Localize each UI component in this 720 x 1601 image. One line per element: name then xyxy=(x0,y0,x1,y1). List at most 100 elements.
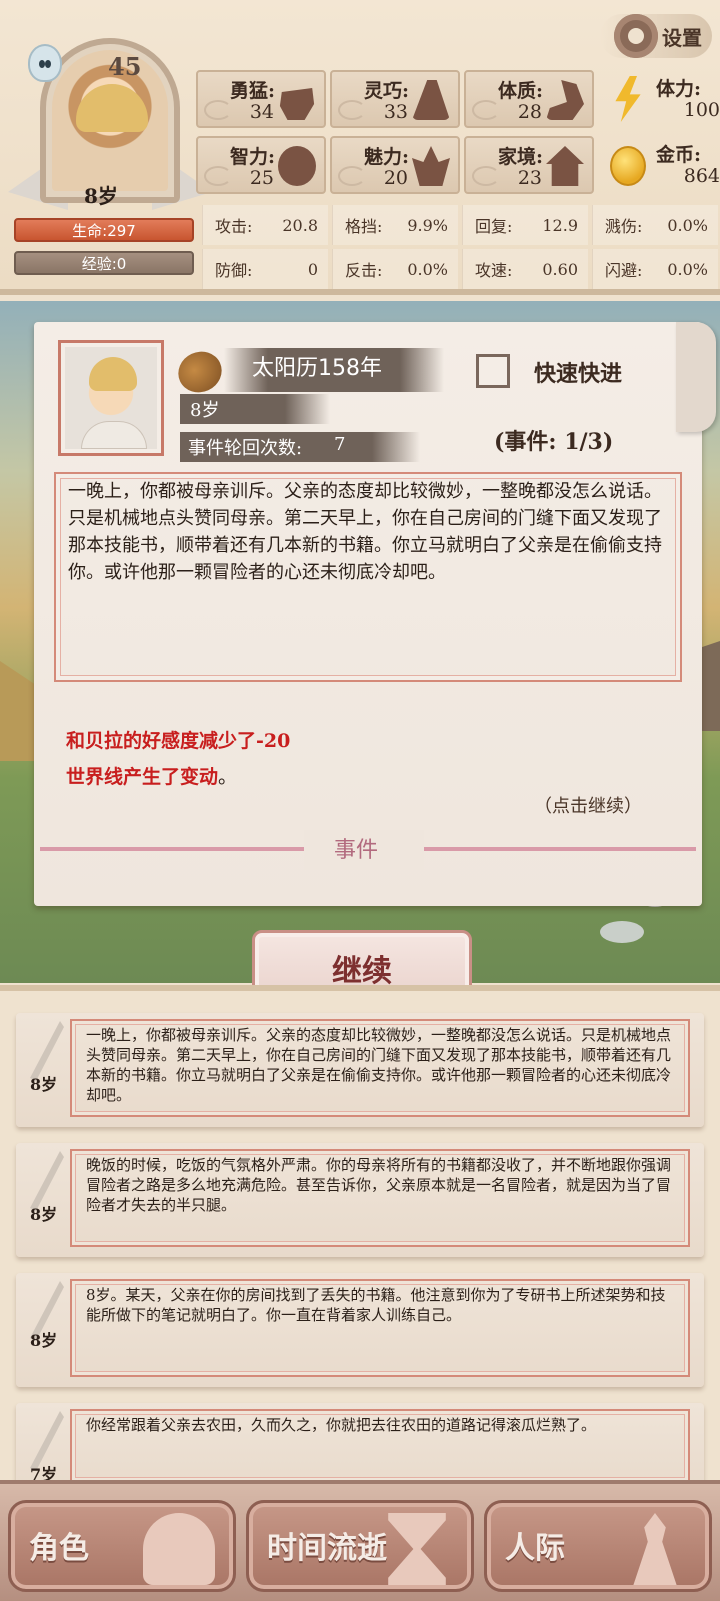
nav-role-button[interactable]: 角色 xyxy=(8,1500,236,1592)
event-count: (事件: 1/3) xyxy=(494,429,614,455)
stat-label: 勇猛: xyxy=(230,80,276,102)
nav-role-label: 角色 xyxy=(29,1531,89,1566)
attr-label: 溅伤: xyxy=(605,217,643,236)
avatar xyxy=(65,347,157,449)
attr-defense: 防御: 0 xyxy=(202,249,328,289)
settings-label: 设置 xyxy=(662,25,702,50)
coin-icon xyxy=(610,146,646,186)
player-level: 45 xyxy=(108,52,142,81)
head-icon xyxy=(143,1513,215,1585)
arm-icon xyxy=(546,80,584,120)
stat-charm[interactable]: 魅力: 20 xyxy=(330,136,460,194)
attr-label: 反击: xyxy=(345,261,383,280)
status-panel: 设置 45 8岁 生命:297 经验:0 勇猛: 34 灵巧: 33 体质: 2… xyxy=(0,0,720,295)
stat-intelligence[interactable]: 智力: 25 xyxy=(196,136,326,194)
lotus-icon xyxy=(412,146,450,186)
effect-worldline-tail: 。 xyxy=(218,766,238,788)
leaf-ornament xyxy=(472,100,500,120)
attr-label: 攻击: xyxy=(215,217,253,236)
combat-attributes: 攻击: 20.8 格挡: 9.9% 回复: 12.9 溅伤: 0.0% 防御: 0 反击:… xyxy=(200,203,720,291)
hp-bar: 生命:297 xyxy=(14,218,194,242)
stat-value: 20 xyxy=(383,167,408,189)
home-icon xyxy=(546,146,584,186)
bottom-nav: 角色 时间流逝 人际 xyxy=(0,1480,720,1601)
event-text-frame: 一晚上，你都被母亲训斥。父亲的态度却比较微妙，一整晚都没怎么说话。只是机械地点头… xyxy=(54,472,682,682)
hp-label: 生命:297 xyxy=(72,221,136,240)
attr-value: 0.0% xyxy=(667,259,708,279)
log-text: 一晚上，你都被母亲训斥。父亲的态度却比较微妙，一整晚都没怎么说话。只是机械地点头… xyxy=(86,1026,672,1104)
event-date: 太阳历158年 xyxy=(252,356,382,381)
leaf-ornament xyxy=(472,166,500,186)
stamina-value: 100 xyxy=(683,99,720,121)
attr-counter: 反击: 0.0% xyxy=(332,249,458,289)
attr-value: 12.9 xyxy=(542,215,578,235)
stepping-stone xyxy=(600,921,644,943)
stat-label: 智力: xyxy=(230,146,276,168)
stamina-display: 体力: 100 xyxy=(604,70,720,128)
event-portrait xyxy=(58,340,164,456)
stat-family[interactable]: 家境: 23 xyxy=(464,136,594,194)
leaf-ornament xyxy=(338,100,366,120)
nav-time-label: 时间流逝 xyxy=(267,1531,387,1566)
attr-block: 格挡: 9.9% xyxy=(332,205,458,245)
effect-worldline-text: 世界线产生了变动 xyxy=(66,766,219,788)
fast-forward-label[interactable]: 快速快进 xyxy=(534,356,622,388)
event-description: 一晚上，你都被母亲训斥。父亲的态度却比较微妙，一整晚都没怎么说话。只是机械地点头… xyxy=(68,481,662,583)
nav-social-label: 人际 xyxy=(505,1531,565,1566)
settings-button[interactable]: 设置 xyxy=(600,14,712,58)
effect-affection: 和贝拉的好感度减少了-20 xyxy=(66,730,291,752)
nav-time-button[interactable]: 时间流逝 xyxy=(246,1500,474,1592)
leaf-ornament xyxy=(338,166,366,186)
event-log[interactable]: 8岁 一晚上，你都被母亲训斥。父亲的态度却比较微妙，一整晚都没怎么说话。只是机械… xyxy=(0,985,720,1493)
nav-social-button[interactable]: 人际 xyxy=(484,1500,712,1592)
gold-value: 864 xyxy=(683,165,720,187)
log-entry[interactable]: 8岁 晚饭的时候，吃饭的气氛格外严肃。你的母亲将所有的书籍都没收了，并不断地跟你… xyxy=(16,1143,704,1257)
stat-constitution[interactable]: 体质: 28 xyxy=(464,70,594,128)
attr-label: 回复: xyxy=(475,217,513,236)
log-entry[interactable]: 8岁 一晚上，你都被母亲训斥。父亲的态度却比较微妙，一整晚都没怎么说话。只是机械… xyxy=(16,1013,704,1127)
log-age: 8岁 xyxy=(30,1331,58,1350)
attr-value: 0.0% xyxy=(407,259,448,279)
cycle-value: 7 xyxy=(334,434,346,455)
attr-label: 格挡: xyxy=(345,217,383,236)
player-age: 8岁 xyxy=(84,184,118,208)
attr-attack-speed: 攻速: 0.60 xyxy=(462,249,588,289)
gear-icon xyxy=(614,14,658,58)
click-to-continue-hint[interactable]: （点击继续） xyxy=(534,792,642,818)
exp-bar: 经验:0 xyxy=(14,251,194,275)
effect-worldline: 世界线产生了变动。 xyxy=(66,762,237,789)
attr-regen: 回复: 12.9 xyxy=(462,205,588,245)
stat-label: 灵巧: xyxy=(364,80,410,102)
cycle-label: 事件轮回次数: xyxy=(188,438,303,459)
log-text: 你经常跟着父亲去农田，久而久之，你就把去往农田的道路记得滚瓜烂熟了。 xyxy=(86,1416,597,1434)
attr-label: 攻速: xyxy=(475,261,513,280)
brain-icon xyxy=(278,146,316,186)
event-card[interactable]: 太阳历158年 快速快进 8岁 事件轮回次数: 7 (事件: 1/3) 一晚上，… xyxy=(34,322,716,906)
spirit-icon xyxy=(28,44,62,82)
attr-splash: 溅伤: 0.0% xyxy=(592,205,718,245)
continue-label: 继续 xyxy=(332,954,392,989)
stat-value: 23 xyxy=(517,167,542,189)
log-age: 8岁 xyxy=(30,1205,58,1224)
gold-label: 金币: xyxy=(656,144,702,166)
attr-value: 9.9% xyxy=(407,215,448,235)
stat-label: 体质: xyxy=(498,80,544,102)
stat-bravery[interactable]: 勇猛: 34 xyxy=(196,70,326,128)
attr-value: 20.8 xyxy=(282,215,318,235)
stat-label: 魅力: xyxy=(364,146,410,168)
fast-forward-checkbox[interactable] xyxy=(476,354,510,388)
leaf-ornament xyxy=(204,166,232,186)
log-entry[interactable]: 8岁 8岁。某天，父亲在你的房间找到了丢失的书籍。他注意到你为了专研书上所述架势… xyxy=(16,1273,704,1387)
stamina-label: 体力: xyxy=(656,78,702,100)
attr-label: 闪避: xyxy=(605,261,643,280)
attr-value: 0.60 xyxy=(542,259,578,279)
attr-label: 防御: xyxy=(215,261,253,280)
stat-agility[interactable]: 灵巧: 33 xyxy=(330,70,460,128)
attr-value: 0.0% xyxy=(667,215,708,235)
hourglass-icon xyxy=(388,1513,446,1585)
attr-dodge: 闪避: 0.0% xyxy=(592,249,718,289)
cloak-icon xyxy=(412,80,450,120)
people-icon xyxy=(633,1513,677,1585)
stat-value: 25 xyxy=(249,167,274,189)
lightning-icon xyxy=(615,76,641,122)
